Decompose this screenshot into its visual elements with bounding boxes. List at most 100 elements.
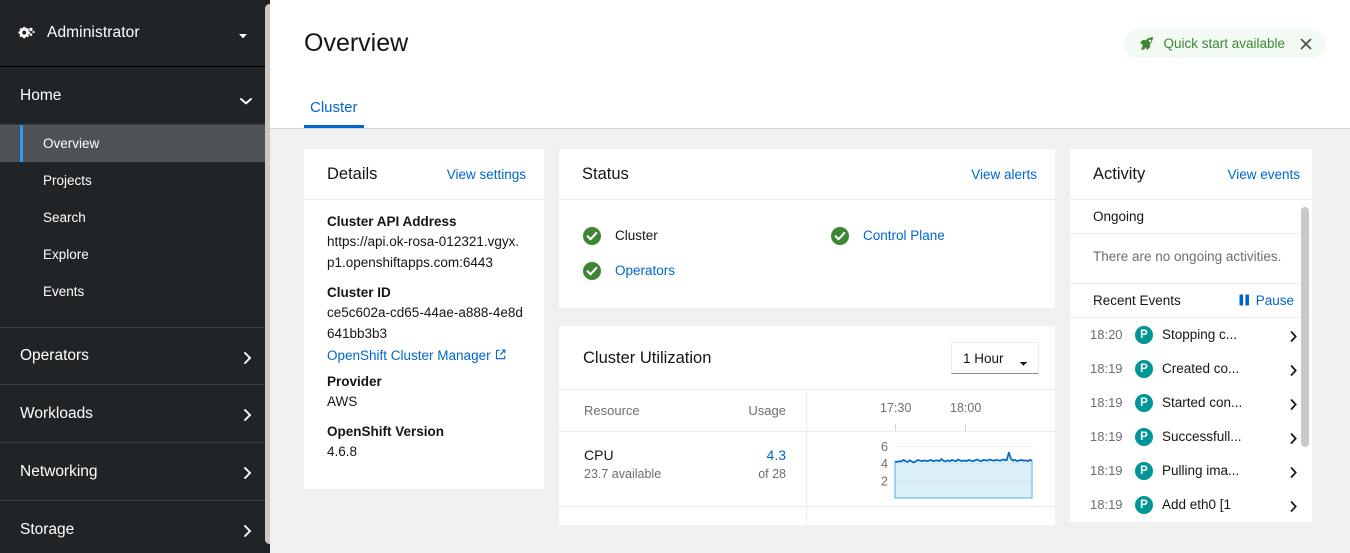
xtick-label-1: 18:00 xyxy=(950,401,981,415)
page-header: Overview Quick start available xyxy=(270,0,1350,86)
xtick-label-0: 17:30 xyxy=(880,401,911,415)
resource-cell: CPU 23.7 available xyxy=(559,432,758,506)
sidebar-section-workloads[interactable]: Workloads xyxy=(0,385,270,443)
openshift-cluster-manager-link[interactable]: OpenShift Cluster Manager xyxy=(327,348,506,363)
activity-card-title: Activity xyxy=(1093,165,1145,184)
pod-resource-icon: P xyxy=(1135,462,1153,480)
details-card-title: Details xyxy=(327,165,377,184)
event-row[interactable]: 18:19 P Started con... xyxy=(1070,386,1312,420)
status-item-operators[interactable]: Operators xyxy=(559,253,807,288)
xtick-mark-1 xyxy=(965,424,966,431)
chevron-right-icon xyxy=(243,351,252,362)
sidebar-item-projects[interactable]: Projects xyxy=(0,162,270,199)
column-header-resource: Resource xyxy=(559,403,748,418)
usage-value[interactable]: 4.3 xyxy=(758,447,786,463)
event-message: Created co... xyxy=(1162,361,1281,376)
activity-scrollbar[interactable] xyxy=(1301,207,1309,447)
sidebar-section-networking[interactable]: Networking xyxy=(0,443,270,501)
perspective-switcher[interactable]: Administrator xyxy=(0,0,270,67)
chevron-down-icon xyxy=(240,92,252,100)
dashboard-grid: Details View settings Cluster API Addres… xyxy=(270,129,1350,553)
chevron-right-icon[interactable] xyxy=(1290,363,1298,374)
timespan-dropdown[interactable]: 1 Hour xyxy=(951,342,1039,374)
cluster-api-address-label: Cluster API Address xyxy=(327,214,524,229)
event-time: 18:19 xyxy=(1090,395,1126,410)
usage-cell: 4.3 of 28 xyxy=(758,432,806,506)
utilization-header-row: Resource Usage xyxy=(559,390,806,432)
pod-resource-icon: P xyxy=(1135,428,1153,446)
chevron-down-icon xyxy=(1019,355,1028,361)
sidebar-section-storage-label: Storage xyxy=(20,521,243,539)
ongoing-empty-message: There are no ongoing activities. xyxy=(1070,234,1312,284)
svg-text:4: 4 xyxy=(881,457,888,471)
chart-row-next xyxy=(807,507,1055,525)
pod-resource-icon: P xyxy=(1135,360,1153,378)
svg-text:2: 2 xyxy=(881,474,888,488)
tab-cluster-label: Cluster xyxy=(310,99,358,116)
sidebar-item-projects-label: Projects xyxy=(43,173,92,188)
chevron-right-icon[interactable] xyxy=(1290,499,1298,510)
pause-icon xyxy=(1239,294,1250,306)
event-row[interactable]: 18:19 P Add eth0 [1 xyxy=(1070,488,1312,522)
chart-x-axis: 17:30 18:00 xyxy=(807,390,1055,432)
status-item-cluster: Cluster xyxy=(559,218,807,253)
view-settings-link[interactable]: View settings xyxy=(447,167,526,182)
event-row[interactable]: 18:19 P Created co... xyxy=(1070,352,1312,386)
column-header-usage: Usage xyxy=(748,403,806,418)
event-time: 18:19 xyxy=(1090,361,1126,376)
middle-column: Status View alerts Cluster xyxy=(559,149,1055,525)
sidebar-section-operators[interactable]: Operators xyxy=(0,327,270,385)
recent-events-label: Recent Events xyxy=(1093,293,1181,308)
close-icon[interactable] xyxy=(1300,37,1312,49)
sidebar-item-explore[interactable]: Explore xyxy=(0,236,270,273)
view-alerts-link[interactable]: View alerts xyxy=(971,167,1037,182)
sidebar-item-explore-label: Explore xyxy=(43,247,89,262)
event-time: 18:19 xyxy=(1090,429,1126,444)
sidebar-section-storage[interactable]: Storage xyxy=(0,501,270,553)
pause-button[interactable]: Pause xyxy=(1239,293,1294,308)
cpu-sparkline-chart[interactable]: 642 xyxy=(807,432,1055,507)
activity-card-header: Activity View events xyxy=(1070,149,1312,200)
sidebar-section-networking-label: Networking xyxy=(20,463,243,481)
utilization-card-header: Cluster Utilization 1 Hour xyxy=(559,326,1055,390)
event-row[interactable]: 18:20 P Stopping c... xyxy=(1070,318,1312,352)
event-message: Stopping c... xyxy=(1162,327,1281,342)
perspective-label: Administrator xyxy=(47,24,238,42)
sidebar-item-overview[interactable]: Overview xyxy=(0,125,270,162)
external-link-icon xyxy=(495,348,506,359)
chevron-right-icon[interactable] xyxy=(1290,329,1298,340)
timespan-value: 1 Hour xyxy=(963,351,1004,366)
sidebar-section-home[interactable]: Home xyxy=(0,67,270,125)
sidebar-item-events[interactable]: Events xyxy=(0,273,270,310)
tab-cluster[interactable]: Cluster xyxy=(304,100,364,128)
details-card-body: Cluster API Address https://api.ok-rosa-… xyxy=(304,200,544,489)
status-card-header: Status View alerts xyxy=(559,149,1055,200)
event-row[interactable]: 18:19 P Successfull... xyxy=(1070,420,1312,454)
resource-available: 23.7 available xyxy=(584,467,758,481)
pod-resource-icon: P xyxy=(1135,394,1153,412)
cogs-icon xyxy=(18,25,35,42)
sidebar-item-search[interactable]: Search xyxy=(0,199,270,236)
event-message: Started con... xyxy=(1162,395,1281,410)
chevron-right-icon[interactable] xyxy=(1290,465,1298,476)
resource-name: CPU xyxy=(584,447,758,463)
sidebar-section-home-label: Home xyxy=(20,87,240,105)
event-time: 18:20 xyxy=(1090,327,1126,342)
openshift-version-label: OpenShift Version xyxy=(327,424,524,439)
view-events-link[interactable]: View events xyxy=(1227,167,1300,182)
details-card-header: Details View settings xyxy=(304,149,544,200)
event-message: Pulling ima... xyxy=(1162,463,1281,478)
chevron-right-icon xyxy=(243,466,252,477)
main-content: Overview Quick start available Cluster xyxy=(270,0,1350,553)
provider-label: Provider xyxy=(327,374,524,389)
utilization-row-cpu: CPU 23.7 available 4.3 of 28 xyxy=(559,432,806,507)
status-item-control-plane[interactable]: Control Plane xyxy=(807,218,1055,253)
pause-label: Pause xyxy=(1256,293,1294,308)
quick-start-label: Quick start available xyxy=(1163,36,1285,51)
event-row[interactable]: 18:19 P Pulling ima... xyxy=(1070,454,1312,488)
check-circle-icon xyxy=(583,262,601,280)
chevron-right-icon[interactable] xyxy=(1290,431,1298,442)
chevron-right-icon[interactable] xyxy=(1290,397,1298,408)
sidebar-item-events-label: Events xyxy=(43,284,84,299)
quick-start-chip[interactable]: Quick start available xyxy=(1124,29,1326,58)
